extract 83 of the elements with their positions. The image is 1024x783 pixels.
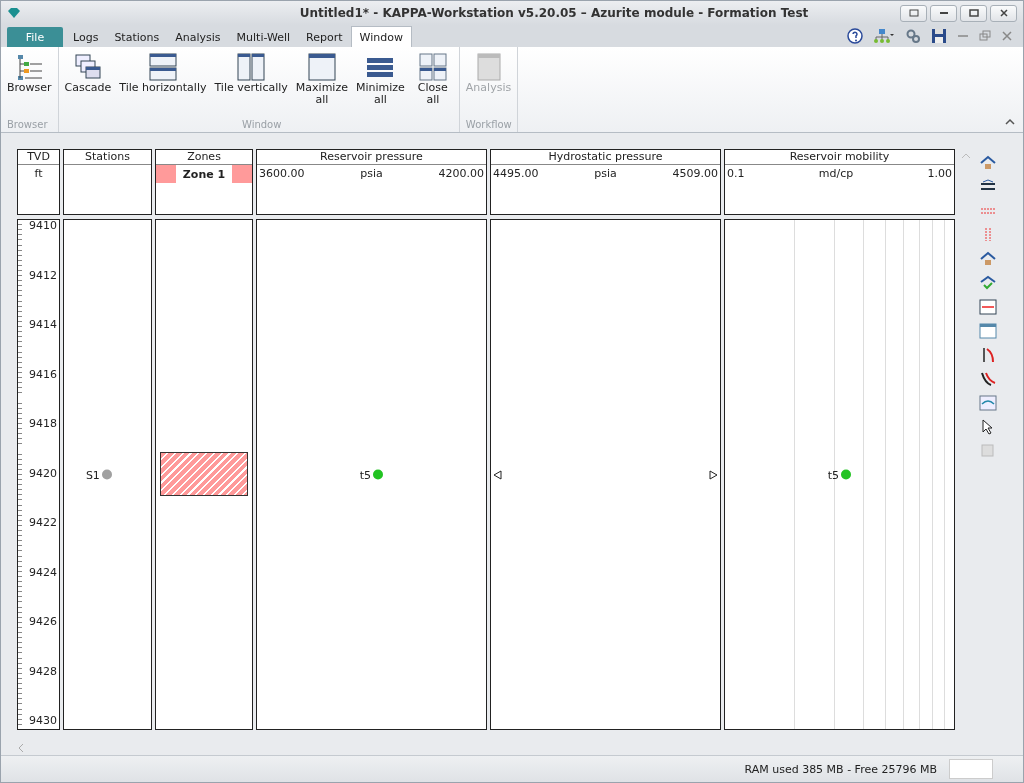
track-title: Hydrostatic pressure	[491, 150, 720, 165]
depth-label: 9420	[28, 467, 58, 480]
minimize-button[interactable]	[930, 4, 957, 22]
ribbon-button[interactable]: Close all	[408, 50, 457, 119]
scale-max: 4509.00	[672, 167, 718, 180]
minimize-icon	[957, 35, 969, 37]
depth-label: 9428	[28, 665, 58, 678]
track-title: Reservoir mobility	[725, 150, 954, 165]
ribbon-button[interactable]: Tile horizontally	[115, 50, 211, 119]
track-title: Reservoir pressure	[257, 150, 486, 165]
window-title: Untitled1* - KAPPA-Workstation v5.20.05 – Azurite module - Formation Test	[298, 6, 810, 20]
close-icon	[998, 9, 1009, 17]
ribbon-button[interactable]: Browser	[3, 50, 56, 119]
depth-label: 9416	[28, 368, 58, 381]
scale-max: 1.00	[927, 167, 952, 180]
save-icon	[931, 28, 947, 44]
depth-label: 9424	[28, 566, 58, 579]
minimize-icon	[938, 12, 949, 14]
station-label: S1	[85, 468, 100, 481]
house-icon	[979, 251, 997, 267]
ribbon-tab[interactable]: Stations	[106, 27, 168, 47]
unit-label: md/cp	[818, 167, 854, 180]
scale-min: 4495.00	[493, 167, 539, 180]
ribbon-tab[interactable]: Multi-Well	[228, 27, 299, 47]
close-all-icon	[417, 52, 448, 82]
scroll-left-icon	[17, 743, 25, 753]
chart-icon	[979, 395, 997, 411]
scroll-up-icon	[961, 153, 971, 159]
ribbon-tab[interactable]: Report	[298, 27, 351, 47]
tile-horizontal-icon	[147, 52, 178, 82]
ribbon-tab[interactable]: Logs	[65, 27, 107, 47]
curves-icon	[979, 371, 997, 387]
unit-label: ft	[34, 167, 43, 180]
square-icon	[979, 443, 997, 459]
maximize-icon	[306, 52, 337, 82]
left-triangle-icon	[493, 469, 502, 480]
track-title: Stations	[64, 150, 151, 165]
right-triangle-icon	[709, 469, 718, 480]
window-icon	[979, 323, 997, 339]
collapse-icon	[1005, 117, 1015, 125]
station-label: t5	[827, 468, 839, 481]
zone-label: Zone 1	[181, 167, 227, 181]
settings-icon	[905, 28, 921, 44]
group-label: Workflow	[464, 119, 513, 132]
help-icon	[847, 28, 863, 44]
close-button[interactable]	[990, 4, 1017, 22]
close-icon	[1001, 30, 1013, 42]
scale-min: 0.1	[727, 167, 745, 180]
maximize-button[interactable]	[960, 4, 987, 22]
maximize-icon	[968, 9, 979, 17]
depth-label: 9414	[28, 319, 58, 331]
unit-label: psia	[360, 167, 383, 180]
scale-max: 4200.00	[438, 167, 484, 180]
group-label: Browser	[6, 119, 49, 132]
ribbon-button[interactable]: Tile vertically	[210, 50, 292, 119]
depth-label: 9412	[28, 269, 58, 282]
status-field	[949, 759, 993, 779]
cascade-icon	[72, 52, 103, 82]
scale-min: 3600.00	[259, 167, 305, 180]
group-label: Window	[241, 119, 283, 132]
ribbon-tab[interactable]: Analysis	[167, 27, 229, 47]
zone-swatch	[232, 165, 252, 183]
ribbon-button[interactable]: Cascade	[60, 50, 116, 119]
ribbon-button[interactable]: Maximize all	[291, 50, 352, 119]
network-icon	[873, 28, 895, 44]
track-title: TVD	[18, 150, 59, 165]
ribbon-button[interactable]: Minimize all	[351, 50, 409, 119]
depth-label: 9430	[28, 715, 58, 727]
tile-vertical-icon	[236, 52, 267, 82]
house-icon	[979, 155, 997, 171]
file-tab[interactable]: File	[7, 27, 63, 47]
fullscreen-icon	[908, 9, 919, 17]
station-label: t5	[359, 468, 371, 481]
memory-status: RAM used 385 MB - Free 25796 MB	[744, 762, 937, 776]
depth-label: 9418	[28, 418, 58, 430]
depth-label: 9422	[28, 517, 58, 529]
ribbon-tab[interactable]: Window	[350, 26, 412, 47]
unit-label: psia	[594, 167, 617, 180]
diamond-logo-icon	[7, 7, 21, 19]
restore-icon	[979, 30, 991, 42]
depth-label: 9410	[28, 220, 58, 232]
depth-label: 9426	[28, 616, 58, 628]
check-icon	[979, 275, 997, 291]
